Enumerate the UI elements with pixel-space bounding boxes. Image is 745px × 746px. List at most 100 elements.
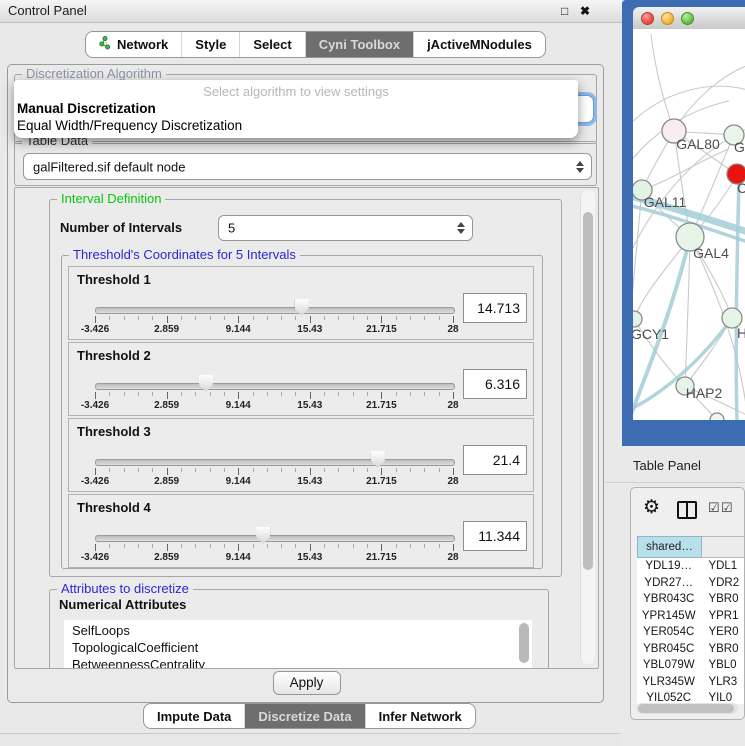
table-row[interactable]: YDL19…YDL1 — [637, 558, 745, 575]
apply-button[interactable]: Apply — [273, 671, 341, 695]
tab-jactivemnodules[interactable]: jActiveMNodules — [413, 32, 545, 57]
threshold-2-value-field[interactable]: 6.316 — [463, 369, 527, 399]
column-header-2[interactable]: na — [702, 536, 745, 558]
table-panel-titlebar: Table Panel — [605, 446, 745, 483]
tick-mark — [267, 392, 268, 396]
tick-mark — [324, 392, 325, 396]
tick-label: -3.426 — [81, 400, 109, 411]
float-window-icon[interactable]: □ — [561, 4, 568, 18]
tick-mark — [210, 544, 211, 548]
tick-mark — [267, 316, 268, 320]
tick-mark — [109, 544, 110, 548]
minimize-traffic-light-icon[interactable] — [661, 12, 674, 25]
network-node-label: GAL11 — [644, 194, 687, 210]
column-header-1[interactable]: shared… — [637, 536, 702, 558]
algorithm-option-2[interactable]: Equal Width/Frequency Discretization — [17, 118, 242, 133]
table-row[interactable]: YIL052CYIL0 — [637, 690, 745, 704]
slider-ticks — [95, 544, 453, 553]
tick-label: 21.715 — [366, 552, 397, 563]
bottom-tab-infer-network[interactable]: Infer Network — [365, 704, 475, 728]
tick-label: -3.426 — [81, 552, 109, 563]
threshold-1-value-field[interactable]: 14.713 — [463, 293, 527, 323]
zoom-traffic-light-icon[interactable] — [681, 12, 694, 25]
slider-ticks — [95, 392, 453, 401]
tick-mark — [439, 544, 440, 548]
tab-network[interactable]: Network — [86, 32, 181, 57]
bottom-tab-impute-data[interactable]: Impute Data — [144, 704, 244, 728]
table-row[interactable]: YBR045CYBR0 — [637, 641, 745, 658]
slider-ticks — [95, 316, 453, 325]
close-traffic-light-icon[interactable] — [641, 12, 654, 25]
tick-mark — [195, 468, 196, 472]
threshold-2-slider-track[interactable] — [95, 383, 455, 390]
table-row[interactable]: YER054CYER0 — [637, 624, 745, 641]
table-row[interactable]: YBL079WYBL0 — [637, 657, 745, 674]
table-rows: YDL19…YDL1YDR27…YDR2YBR043CYBR0YPR145WYP… — [637, 558, 745, 704]
close-icon[interactable]: ✖ — [580, 4, 590, 18]
tick-mark — [138, 544, 139, 548]
network-edge[interactable] — [634, 237, 690, 319]
thresholds-group-title: Threshold's Coordinates for 5 Intervals — [69, 248, 300, 262]
table-hscrollbar-thumb[interactable] — [638, 704, 734, 713]
network-highlight-edge[interactable] — [736, 179, 739, 420]
tick-label: -3.426 — [81, 324, 109, 335]
network-window-titlebar[interactable] — [633, 7, 745, 30]
attribute-item[interactable]: BetweennessCentrality — [72, 657, 205, 669]
tab-style[interactable]: Style — [181, 32, 239, 57]
attributes-scrollbar-thumb[interactable] — [519, 623, 529, 663]
tick-mark — [138, 316, 139, 320]
settings-scrollbar-thumb[interactable] — [583, 212, 593, 570]
network-edge[interactable] — [633, 190, 642, 329]
number-of-intervals-select[interactable]: 5 — [218, 215, 473, 241]
threshold-1-slider-track[interactable] — [95, 307, 455, 314]
slider-ticks — [95, 468, 453, 477]
table-row[interactable]: YPR145WYPR1 — [637, 608, 745, 625]
tab-select[interactable]: Select — [239, 32, 304, 57]
threshold-4-slider-track[interactable] — [95, 535, 455, 542]
table-data-group: Table Data galFiltered.sif default node — [14, 141, 597, 186]
tick-mark — [453, 392, 454, 399]
tick-label: 28 — [447, 476, 458, 487]
settings-vertical-scrollbar[interactable] — [580, 190, 595, 664]
threshold-3-slider-track[interactable] — [95, 459, 455, 466]
attributes-scrollbar[interactable] — [519, 623, 529, 667]
table-data-select[interactable]: galFiltered.sif default node — [23, 153, 592, 180]
checkbox-icon[interactable]: ☑ — [708, 500, 720, 516]
number-of-intervals-value: 5 — [228, 221, 235, 236]
network-edge[interactable] — [651, 34, 674, 131]
table-horizontal-scrollbar[interactable] — [636, 703, 738, 714]
tick-mark — [109, 468, 110, 472]
tick-mark — [396, 544, 397, 548]
network-edge[interactable] — [642, 149, 729, 190]
table-header: shared…na — [637, 536, 745, 558]
tick-mark — [152, 316, 153, 320]
checkbox-icon[interactable]: ☑ — [721, 500, 733, 516]
network-edge[interactable] — [633, 86, 745, 129]
network-canvas[interactable]: GAL80GACGAL11GAL4GCY1HHAP2 — [633, 29, 745, 420]
table-row[interactable]: YDR27…YDR2 — [637, 575, 745, 592]
network-edge[interactable] — [674, 64, 745, 131]
numerical-attributes-list[interactable]: SelfLoops TopologicalCoefficient Betweenne… — [64, 620, 532, 669]
attribute-item[interactable]: SelfLoops — [72, 623, 130, 638]
algorithm-option-1[interactable]: Manual Discretization — [17, 101, 156, 116]
bottom-tab-discretize-data[interactable]: Discretize Data — [244, 704, 364, 728]
table-row[interactable]: YLR345WYLR3 — [637, 674, 745, 691]
threshold-4-value-field[interactable]: 11.344 — [463, 521, 527, 551]
tab-cyni-toolbox[interactable]: Cyni Toolbox — [305, 32, 413, 57]
tick-label: -3.426 — [81, 476, 109, 487]
number-of-intervals-label: Number of Intervals — [60, 220, 182, 235]
table-panel: ⚙ ☑ ☑ shared…na YDL19…YDL1YDR27…YDR2YBR0… — [630, 487, 745, 720]
tick-mark — [353, 316, 354, 320]
tick-mark — [267, 468, 268, 472]
network-node-gcy1[interactable] — [633, 311, 642, 327]
cell-shared-name: YBR045C — [637, 641, 700, 658]
cell-shared-name: YLR345W — [637, 674, 700, 691]
threshold-3-value-field[interactable]: 21.4 — [463, 445, 527, 475]
gear-icon[interactable]: ⚙ — [643, 496, 660, 519]
attribute-item[interactable]: TopologicalCoefficient — [72, 640, 198, 655]
table-row[interactable]: YBR043CYBR0 — [637, 591, 745, 608]
cell-name: YPR1 — [700, 608, 745, 625]
tick-mark — [152, 468, 153, 472]
tick-mark — [353, 468, 354, 472]
column-layout-icon[interactable] — [677, 501, 697, 519]
